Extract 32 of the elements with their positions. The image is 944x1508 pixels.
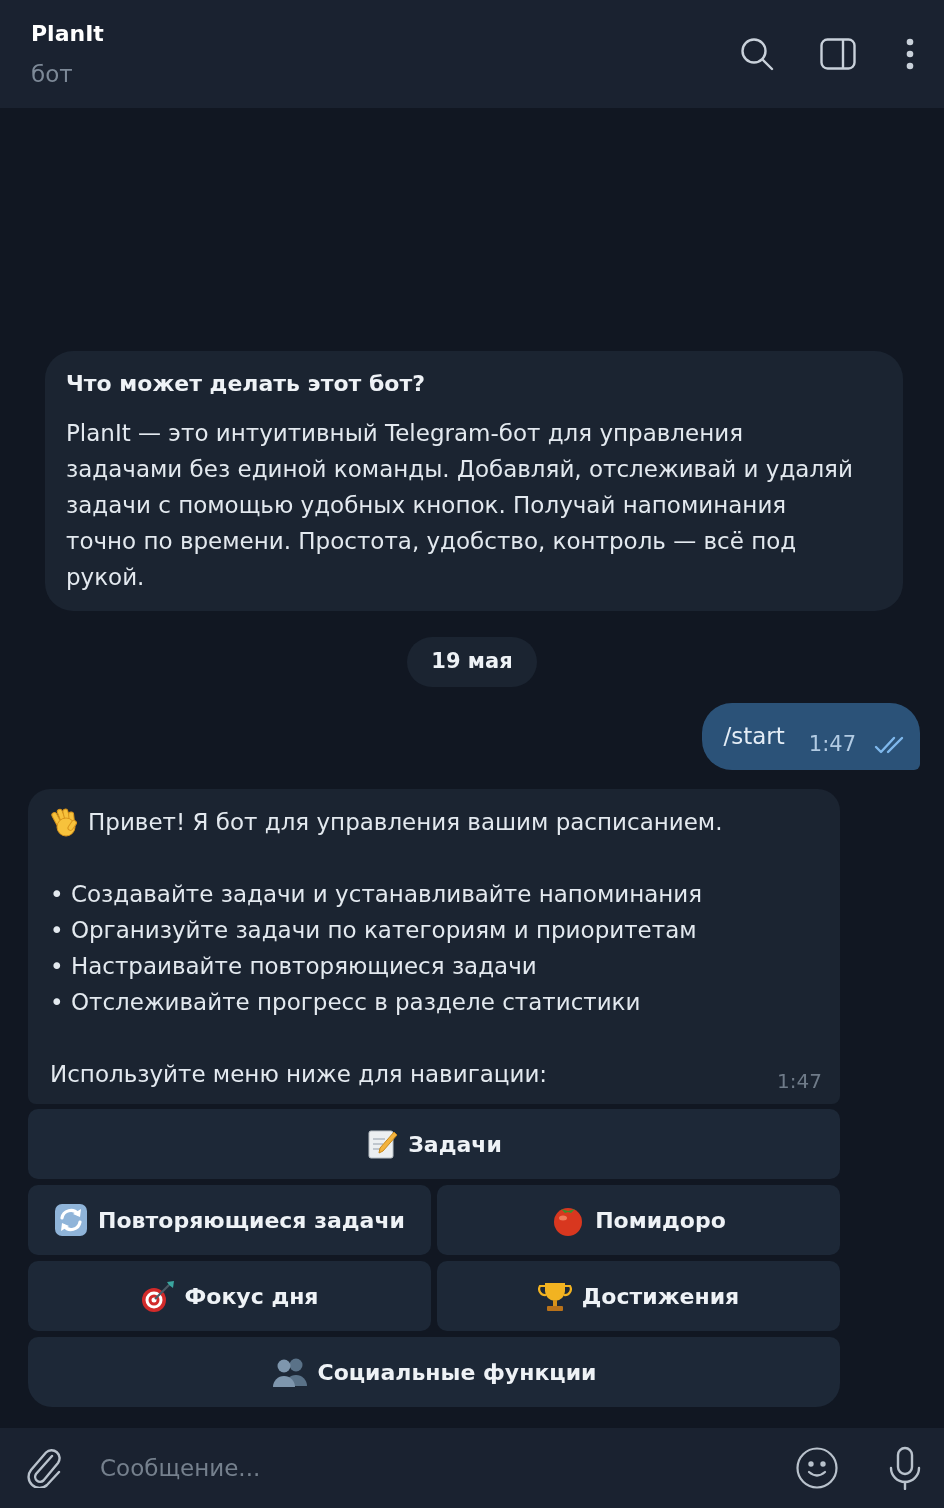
list-item-text: • Настраивайте повторяющиеся задачи <box>50 952 537 981</box>
emoji-icon[interactable] <box>796 1447 838 1489</box>
message-composer[interactable]: Сообщение... <box>0 1428 944 1508</box>
keyboard-button[interactable]: Фокус дня <box>28 1261 431 1331</box>
microphone-icon[interactable] <box>888 1446 922 1490</box>
keyboard-button[interactable]: Повторяющиеся задачи <box>28 1185 431 1255</box>
more-options-icon[interactable] <box>906 38 914 70</box>
bot-info-description: PlanIt — это интуитивный Telegram-бот для управления задачами без единой команды. Добавляй, отслеживай и удаляй задачи с помощью удобных кнопок. Получай напоминания точно по времени. Простота, удобство, контроль — всё под рукой. <box>66 419 854 592</box>
date-separator: 19 мая <box>407 637 537 687</box>
list-item-text: • Организуйте задачи по категориям и приоритетам <box>50 916 697 945</box>
side-panel-icon[interactable] <box>820 38 856 70</box>
message-time: 1:47 <box>777 1068 822 1095</box>
search-icon[interactable] <box>740 37 774 71</box>
bot-info-title: Что может делать этот бот? <box>66 370 426 398</box>
memo-icon <box>366 1128 399 1160</box>
chat-subtitle: бот <box>31 60 74 89</box>
list-item-text: • Создавайте задачи и устанавливайте напоминания <box>50 880 703 909</box>
refresh-icon <box>54 1203 89 1237</box>
message-field[interactable]: Сообщение... <box>100 1446 776 1490</box>
message-time: 1:47 <box>808 730 856 758</box>
keyboard-button[interactable]: Задачи <box>28 1109 840 1179</box>
message-text: Используйте меню ниже для навигации: <box>50 1060 548 1089</box>
message-text: /start <box>723 722 785 752</box>
target-icon <box>140 1279 175 1313</box>
chat-title: PlanIt <box>31 20 105 48</box>
list-item-text: • Отслеживайте прогресс в разделе статистики <box>50 988 641 1017</box>
people-icon <box>271 1356 308 1388</box>
keyboard-button[interactable]: Помидоро <box>437 1185 840 1255</box>
keyboard-button[interactable]: Достижения <box>437 1261 840 1331</box>
message-text: Привет! Я бот для управления вашим расписанием. <box>88 808 723 837</box>
keyboard-button[interactable]: Социальные функции <box>28 1337 840 1407</box>
paperclip-icon[interactable] <box>26 1448 64 1488</box>
